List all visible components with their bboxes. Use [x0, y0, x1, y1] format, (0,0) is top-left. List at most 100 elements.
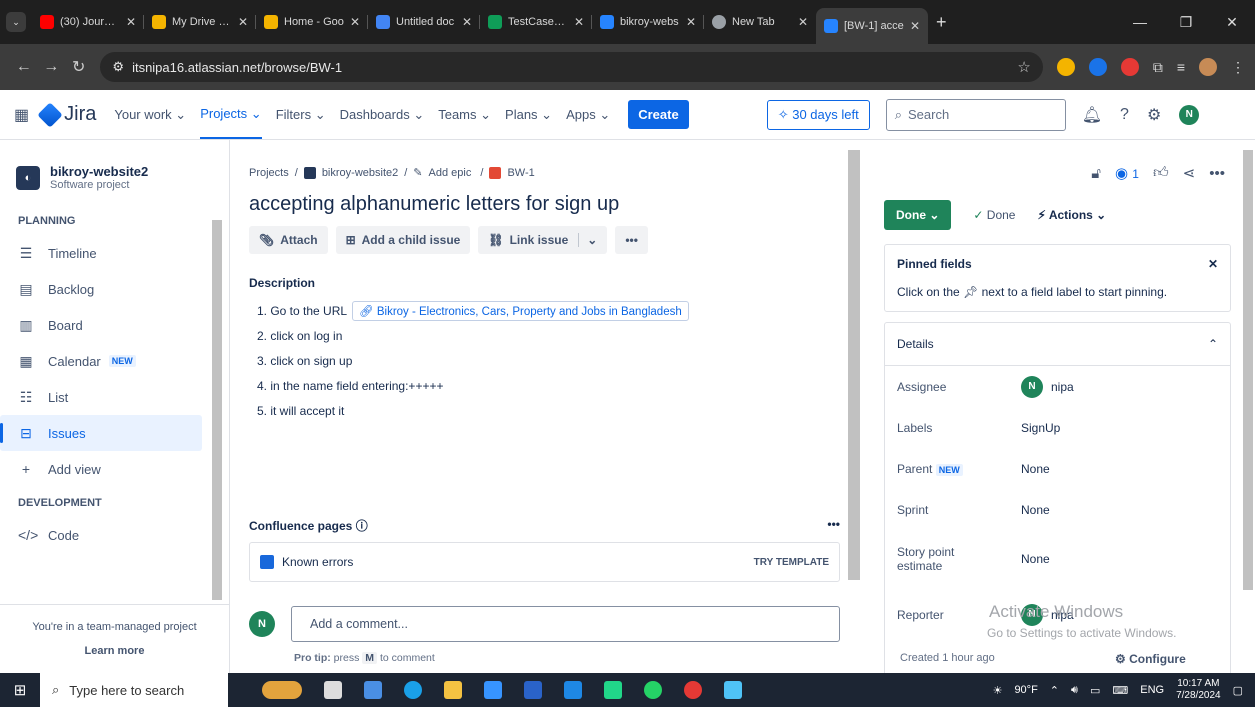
browser-tab[interactable]: New Tab ✕ [704, 5, 816, 39]
keyboard-icon[interactable]: ⌨ [1112, 684, 1128, 697]
close-icon[interactable]: ✕ [686, 15, 696, 29]
volume-icon[interactable]: 🔊︎ [1071, 684, 1078, 697]
thumbs-up-icon[interactable]: 👍︎ [1153, 164, 1169, 182]
close-icon[interactable]: ✕ [1208, 257, 1218, 271]
photos-icon[interactable] [724, 681, 742, 699]
help-icon[interactable]: ? [1120, 106, 1129, 124]
confluence-more-icon[interactable]: ••• [827, 517, 840, 534]
close-icon[interactable]: ✕ [574, 15, 584, 29]
share-icon[interactable]: ⋖ [1183, 164, 1196, 182]
field-value[interactable]: None [1021, 552, 1050, 566]
breadcrumb-project[interactable]: bikroy-website2 [322, 167, 398, 179]
main-scrollbar[interactable] [848, 150, 860, 580]
notification-center-icon[interactable]: ▢ [1233, 684, 1243, 697]
known-errors-card[interactable]: Known errors TRY TEMPLATE [249, 542, 840, 582]
sidebar-item-calendar[interactable]: ▦ Calendar NEW [0, 343, 202, 379]
edge-icon[interactable] [404, 681, 422, 699]
file-explorer-icon[interactable] [444, 681, 462, 699]
nav-projects[interactable]: Projects ⌄ [200, 91, 262, 139]
browser-tab[interactable]: Home - Goo ✕ [256, 5, 368, 39]
app-switcher-icon[interactable]: ▦ [14, 105, 29, 125]
nav-teams[interactable]: Teams ⌄ [438, 107, 491, 123]
create-button[interactable]: Create [628, 100, 689, 129]
back-icon[interactable]: ← [10, 58, 37, 76]
smart-link[interactable]: 🔗︎ Bikroy - Electronics, Cars, Property … [352, 300, 689, 321]
breadcrumb-add-epic[interactable]: Add epic [429, 167, 472, 179]
close-icon[interactable]: ✕ [350, 15, 360, 29]
close-icon[interactable]: ✕ [238, 15, 248, 29]
project-header[interactable]: ◐ bikroy-website2 Software project [0, 164, 229, 191]
details-header[interactable]: Details ⌃ [885, 323, 1230, 366]
issue-title[interactable]: accepting alphanumeric letters for sign … [249, 193, 840, 216]
add-child-issue-button[interactable]: ⊞ Add a child issue [335, 226, 471, 254]
sidebar-item-board[interactable]: ▥ Board [0, 307, 202, 343]
vscode-icon[interactable] [564, 681, 582, 699]
actions-button[interactable]: ⚡︎ Actions ⌄ [1037, 208, 1106, 222]
extensions-puzzle-icon[interactable]: ⧉ [1153, 59, 1163, 76]
store-icon[interactable] [524, 681, 542, 699]
close-icon[interactable]: ✕ [126, 15, 136, 29]
breadcrumb-issue-key[interactable]: BW-1 [507, 167, 534, 179]
browser-tab-active[interactable]: [BW-1] acce ✕ [816, 8, 928, 44]
trial-button[interactable]: ✧ 30 days left [766, 99, 870, 130]
browser-tab[interactable]: bikroy-webs ✕ [592, 5, 704, 39]
nav-filters[interactable]: Filters ⌄ [276, 107, 326, 123]
link-issue-button[interactable]: ⛓ Link issue ⌄ [478, 226, 608, 254]
try-template-button[interactable]: TRY TEMPLATE [754, 557, 829, 568]
notifications-icon[interactable]: 🔔︎ [1082, 105, 1102, 125]
browser-tab[interactable]: Untitled doc ✕ [368, 5, 480, 39]
profile-avatar[interactable] [1198, 58, 1217, 76]
taskbar-search-input[interactable]: ⌕ Type here to search [40, 673, 228, 707]
clock[interactable]: 10:17 AM 7/28/2024 [1176, 678, 1221, 702]
close-icon[interactable]: ✕ [462, 15, 472, 29]
close-window-icon[interactable]: ✕ [1209, 14, 1255, 31]
watch-button[interactable]: ◉ 1 [1115, 164, 1139, 182]
menu-kebab-icon[interactable]: ⋮ [1231, 59, 1245, 76]
browser-tab[interactable]: My Drive - G ✕ [144, 5, 256, 39]
nav-apps[interactable]: Apps ⌄ [566, 107, 610, 123]
field-value[interactable]: None [1021, 462, 1050, 476]
weather-temp[interactable]: 90°F [1014, 684, 1037, 696]
extension-icon[interactable] [1120, 58, 1139, 76]
settings-gear-icon[interactable]: ⚙ [1147, 105, 1161, 125]
lock-icon[interactable]: 🔓︎ [1091, 165, 1101, 182]
jira-logo[interactable]: Jira [37, 101, 96, 128]
extension-icon[interactable] [1056, 58, 1075, 76]
reading-list-icon[interactable]: ≡ [1177, 59, 1185, 75]
widget-icon[interactable] [262, 681, 302, 699]
more-actions-button[interactable]: ••• [615, 226, 648, 254]
info-icon[interactable]: ⓘ [356, 519, 368, 533]
restore-icon[interactable]: ❐ [1163, 14, 1209, 31]
assignee-value[interactable]: Nnipa [1021, 375, 1074, 398]
app-icon[interactable] [364, 681, 382, 699]
learn-more-link[interactable]: Learn more [0, 645, 229, 657]
search-input[interactable]: ⌕ Search [885, 98, 1066, 131]
chrome-icon[interactable] [684, 681, 702, 699]
close-icon[interactable]: ✕ [798, 15, 808, 29]
windows-start-icon[interactable]: ⊞ [0, 681, 40, 699]
weather-icon[interactable]: ☀ [993, 684, 1003, 697]
url-field[interactable]: ⚙ itsnipa16.atlassian.net/browse/BW-1 ☆ [100, 52, 1043, 82]
sidebar-item-code[interactable]: </> Code [0, 517, 202, 553]
reload-icon[interactable]: ↻ [65, 57, 92, 77]
nav-dashboards[interactable]: Dashboards ⌄ [340, 107, 425, 123]
bookmark-star-icon[interactable]: ☆ [1017, 58, 1030, 76]
avatar[interactable]: N [1179, 104, 1200, 125]
sidebar-item-timeline[interactable]: ☰ Timeline [0, 235, 202, 271]
breadcrumb-projects[interactable]: Projects [249, 167, 289, 179]
task-view-icon[interactable] [324, 681, 342, 699]
status-button[interactable]: Done ⌄ [884, 200, 952, 230]
new-tab-button[interactable]: + [936, 12, 947, 33]
sidebar-item-issues[interactable]: ⊟ Issues [0, 415, 202, 451]
tab-search-icon[interactable]: ⌄ [6, 12, 26, 32]
tray-chevron-icon[interactable]: ⌃ [1050, 684, 1059, 697]
whatsapp-icon[interactable] [644, 681, 662, 699]
sidebar-item-add-view[interactable]: + Add view [0, 451, 202, 487]
minimize-icon[interactable]: — [1117, 14, 1163, 30]
browser-tab[interactable]: (30) Journey ✕ [32, 5, 144, 39]
field-value[interactable]: None [1021, 503, 1050, 517]
sidebar-scrollbar[interactable] [212, 220, 222, 600]
close-icon[interactable]: ✕ [910, 19, 920, 33]
forward-icon[interactable]: → [37, 58, 64, 76]
language-indicator[interactable]: ENG [1140, 684, 1164, 696]
